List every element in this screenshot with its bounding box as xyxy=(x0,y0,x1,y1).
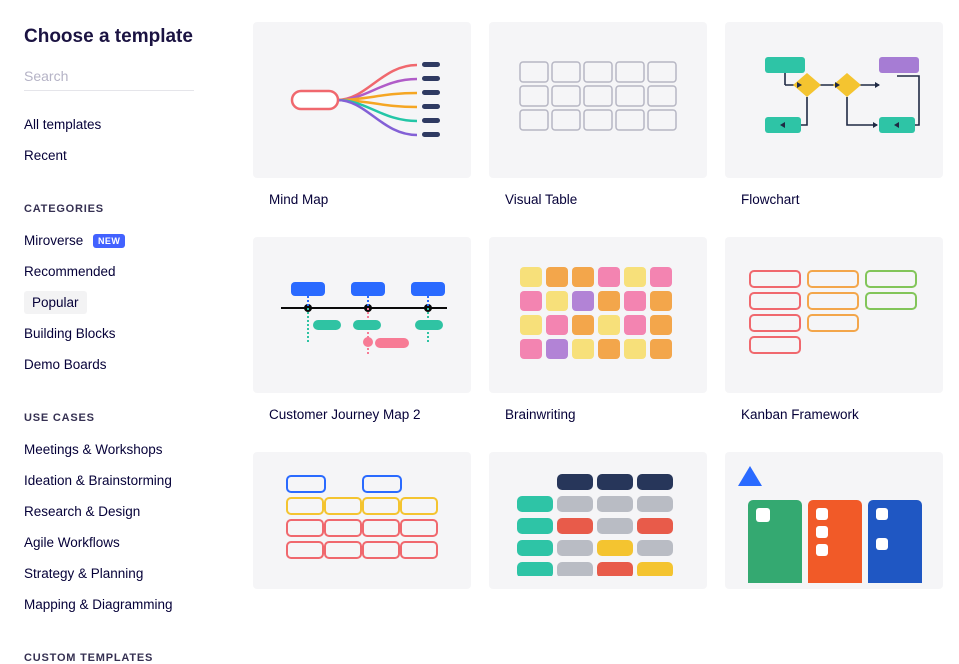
template-title: Brainwriting xyxy=(489,393,707,434)
nav-miroverse[interactable]: Miroverse NEW xyxy=(24,229,131,252)
section-custom-label: CUSTOM TEMPLATES xyxy=(24,652,235,664)
template-title: Customer Journey Map 2 xyxy=(253,393,471,434)
template-title: Visual Table xyxy=(489,178,707,219)
nav-agile[interactable]: Agile Workflows xyxy=(24,531,126,554)
nav-meetings[interactable]: Meetings & Workshops xyxy=(24,438,169,461)
template-card-visual-table[interactable]: Visual Table xyxy=(489,22,707,219)
template-card[interactable] xyxy=(489,452,707,589)
template-card-kanban[interactable]: Kanban Framework xyxy=(725,237,943,434)
template-thumb xyxy=(725,452,943,589)
template-grid: Mind Map Visual Table xyxy=(253,22,941,589)
nav-popular[interactable]: Popular xyxy=(24,291,87,314)
template-thumb xyxy=(253,22,471,178)
nav-demo-boards[interactable]: Demo Boards xyxy=(24,353,113,376)
page-title: Choose a template xyxy=(24,26,235,48)
template-card-flowchart[interactable]: Flowchart xyxy=(725,22,943,219)
nav-building-blocks[interactable]: Building Blocks xyxy=(24,322,122,345)
template-title: Flowchart xyxy=(725,178,943,219)
nav-item-label: Miroverse xyxy=(24,233,83,248)
template-card-cjm[interactable]: Customer Journey Map 2 xyxy=(253,237,471,434)
nav-strategy[interactable]: Strategy & Planning xyxy=(24,562,149,585)
usecases-list: Meetings & Workshops Ideation & Brainsto… xyxy=(24,438,235,624)
nav-top: All templates Recent xyxy=(24,113,235,175)
new-badge: NEW xyxy=(93,234,125,248)
template-card-mind-map[interactable]: Mind Map xyxy=(253,22,471,219)
template-card-brainwriting[interactable]: Brainwriting xyxy=(489,237,707,434)
nav-recommended[interactable]: Recommended xyxy=(24,260,122,283)
template-thumb xyxy=(489,237,707,393)
nav-mapping[interactable]: Mapping & Diagramming xyxy=(24,593,179,616)
sidebar: Choose a template All templates Recent C… xyxy=(0,0,235,592)
template-card[interactable] xyxy=(725,452,943,589)
template-thumb xyxy=(489,22,707,178)
categories-list: Miroverse NEW Recommended Popular Buildi… xyxy=(24,229,235,384)
nav-recent[interactable]: Recent xyxy=(24,144,73,167)
template-thumb xyxy=(725,237,943,393)
template-title: Mind Map xyxy=(253,178,471,219)
section-categories-label: CATEGORIES xyxy=(24,203,235,215)
template-thumb xyxy=(489,452,707,589)
nav-research[interactable]: Research & Design xyxy=(24,500,146,523)
section-usecases-label: USE CASES xyxy=(24,412,235,424)
search-input[interactable] xyxy=(24,62,194,91)
main-area: Mind Map Visual Table xyxy=(235,0,959,592)
template-title: Kanban Framework xyxy=(725,393,943,434)
template-card[interactable] xyxy=(253,452,471,589)
template-thumb xyxy=(725,22,943,178)
nav-all-templates[interactable]: All templates xyxy=(24,113,107,136)
nav-ideation[interactable]: Ideation & Brainstorming xyxy=(24,469,178,492)
template-thumb xyxy=(253,237,471,393)
template-thumb xyxy=(253,452,471,589)
